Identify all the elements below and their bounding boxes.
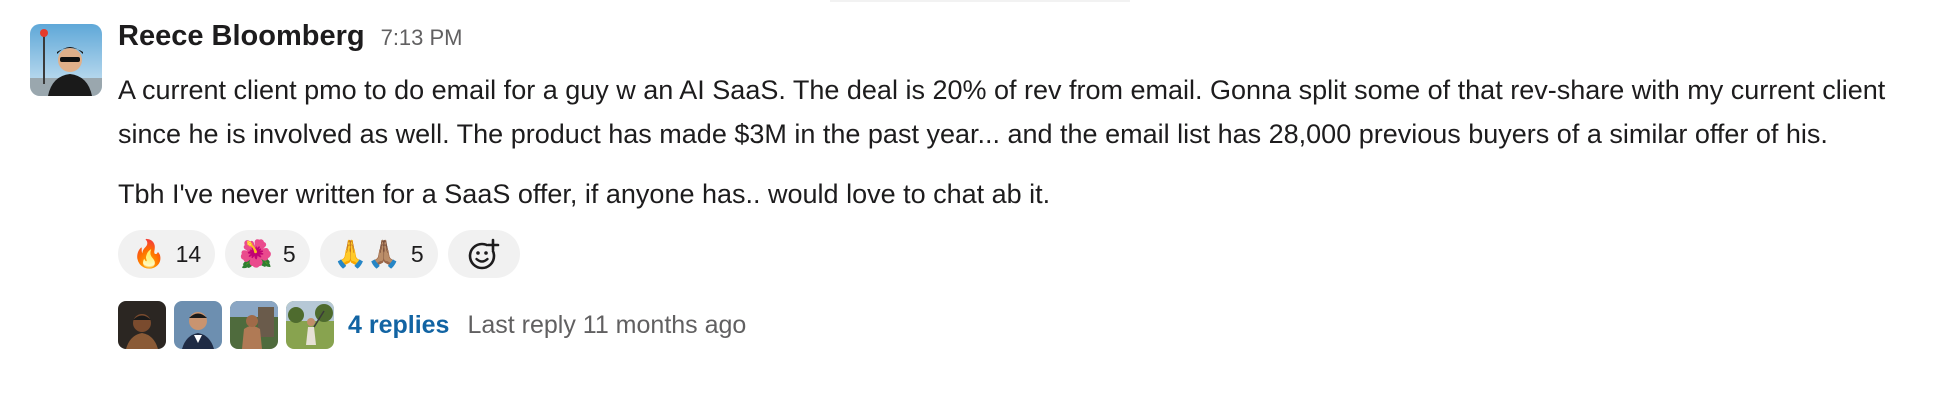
author-name[interactable]: Reece Bloomberg (118, 20, 365, 53)
message-body: A current client pmo to do email for a g… (118, 68, 1938, 216)
fire-icon: 🔥 (132, 238, 166, 269)
last-reply-text: Last reply 11 months ago (467, 310, 747, 339)
message-content: Reece Bloomberg 7:13 PM A current client… (118, 20, 1938, 350)
reaction-count: 5 (282, 240, 296, 267)
reaction-folded-hands[interactable]: 🙏🙏🏽 5 (319, 230, 438, 278)
divider (830, 0, 1130, 2)
message-header: Reece Bloomberg 7:13 PM (118, 20, 1938, 60)
reaction-count: 14 (175, 240, 202, 267)
reaction-fire[interactable]: 🔥 14 (118, 230, 216, 278)
reaction-count: 5 (410, 240, 424, 267)
reply-avatar[interactable] (174, 301, 222, 349)
add-emoji-icon (468, 238, 499, 270)
folded-hands-icon: 🙏🙏🏽 (333, 238, 401, 269)
hibiscus-icon: 🌺 (239, 238, 273, 269)
reply-avatar[interactable] (286, 301, 334, 349)
message-paragraph: Tbh I've never written for a SaaS offer,… (118, 179, 1051, 209)
reply-avatar[interactable] (118, 301, 166, 349)
message: Reece Bloomberg 7:13 PM A current client… (0, 0, 1960, 400)
thread-summary[interactable]: 4 replies Last reply 11 months ago (118, 300, 1938, 350)
add-reaction-button[interactable] (447, 230, 520, 278)
replies-link[interactable]: 4 replies (348, 311, 449, 340)
author-avatar[interactable] (30, 24, 102, 96)
reaction-hibiscus[interactable]: 🌺 5 (225, 230, 310, 278)
reply-avatar[interactable] (230, 301, 278, 349)
message-timestamp[interactable]: 7:13 PM (381, 25, 463, 51)
reactions-bar: 🔥 14 🌺 5 🙏🙏🏽 5 (118, 230, 1938, 278)
message-paragraph: A current client pmo to do email for a g… (118, 75, 1886, 149)
